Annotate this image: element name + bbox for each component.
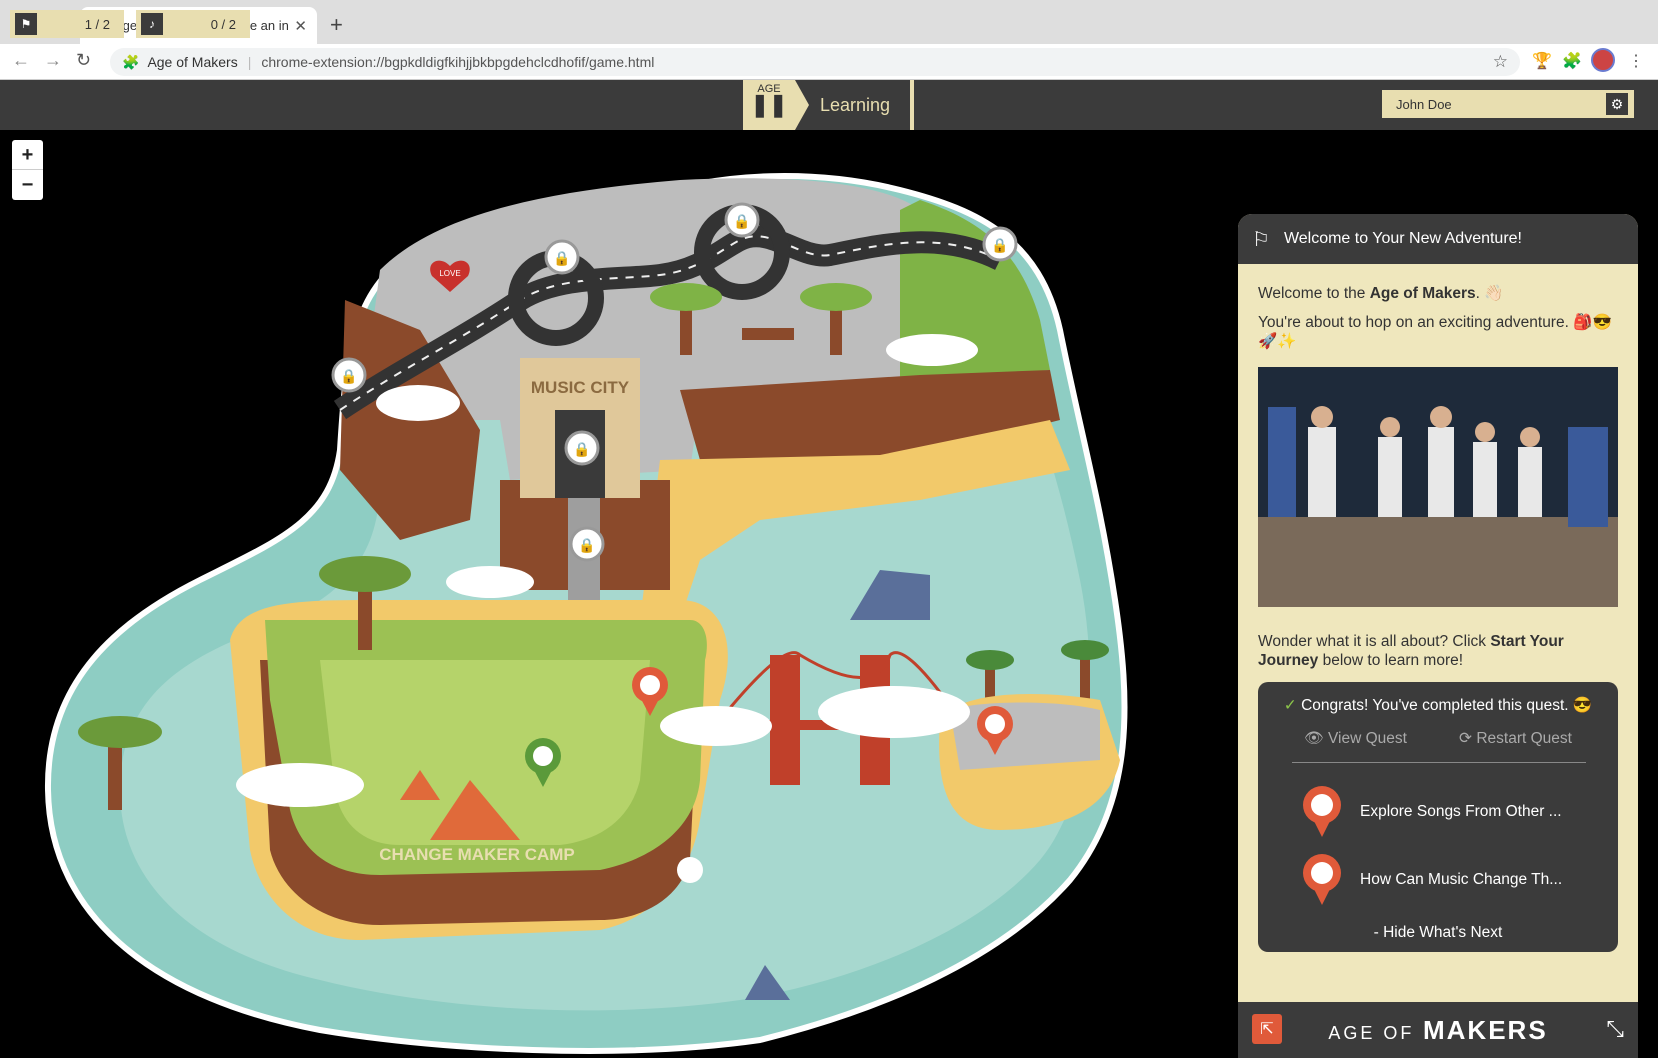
svg-text:🔒: 🔒 — [733, 213, 750, 230]
svg-text:🔒: 🔒 — [573, 441, 590, 458]
url-bar[interactable]: 🧩 Age of Makers | chrome-extension://bgp… — [110, 48, 1520, 76]
intro-suffix: . 👋🏻 — [1475, 285, 1504, 302]
view-quest-button[interactable]: 👁 View Quest — [1304, 729, 1407, 748]
love-sign: LOVE — [439, 269, 460, 278]
age-badge[interactable]: AGE ❚❚ — [743, 80, 795, 130]
congrats-text: Congrats! You've completed this quest. 😎 — [1301, 697, 1593, 714]
logo-thin: AGE OF — [1328, 1022, 1415, 1043]
bench — [742, 328, 794, 340]
lock-marker[interactable]: 🔒 — [544, 239, 580, 275]
exit-icon[interactable]: ⇱ — [1252, 1014, 1282, 1044]
age-name: Learning — [820, 95, 891, 115]
quest-pin-icon — [1303, 786, 1341, 837]
eye-icon: 👁 — [1304, 730, 1328, 747]
next-quest-item[interactable]: Explore Songs From Other ... — [1258, 777, 1618, 845]
age-divider — [910, 80, 914, 130]
welcome-panel: ⚐ Welcome to Your New Adventure! Welcome… — [1238, 214, 1638, 1058]
extensions-icon[interactable]: 🧩 — [1562, 51, 1582, 71]
camp-sign: CHANGE MAKER CAMP — [379, 845, 575, 864]
restart-quest-button[interactable]: ⟳ Restart Quest — [1459, 729, 1572, 748]
new-tab-button[interactable]: + — [330, 12, 343, 38]
reload-icon[interactable]: ↻ — [76, 50, 91, 71]
gear-icon[interactable]: ⚙ — [1606, 93, 1628, 115]
restart-icon: ⟳ — [1459, 730, 1477, 747]
kids-celebrating-photo — [1258, 367, 1618, 607]
svg-text:🔒: 🔒 — [340, 368, 357, 385]
music-city-sign: MUSIC CITY — [531, 378, 630, 397]
intro-text: Welcome to the Age of Makers. 👋🏻 — [1258, 284, 1618, 303]
panel-body: Welcome to the Age of Makers. 👋🏻 You're … — [1238, 264, 1638, 952]
zoom-out-button[interactable]: − — [12, 170, 43, 200]
hide-whats-next-button[interactable]: - Hide What's Next — [1258, 923, 1618, 942]
view-quest-label: View Quest — [1328, 730, 1407, 747]
lock-marker[interactable]: 🔒 — [982, 226, 1018, 262]
quest-congrats: ✓ Congrats! You've completed this quest.… — [1258, 696, 1618, 715]
zoom-in-button[interactable]: + — [12, 140, 43, 170]
intro-prefix: Welcome to the — [1258, 285, 1370, 302]
site-name: Age of Makers — [147, 54, 238, 70]
svg-text:🔒: 🔒 — [578, 537, 595, 554]
forward-icon[interactable]: → — [44, 50, 62, 71]
close-tab-icon[interactable]: ✕ — [294, 17, 307, 35]
game-map[interactable]: CHANGE MAKER CAMP MUSIC CITY LOVE 🔒 🔒 🔒 … — [0, 130, 1240, 1058]
wonder-prefix: Wonder what it is all about? Click — [1258, 633, 1491, 650]
flag-icon: ⚑ — [15, 13, 37, 35]
quest-pin-icon — [1303, 854, 1341, 905]
lock-marker[interactable]: 🔒 — [569, 526, 605, 562]
next-quest-title: Explore Songs From Other ... — [1360, 802, 1562, 820]
quest-actions: 👁 View Quest ⟳ Restart Quest — [1258, 729, 1618, 748]
user-box[interactable]: John Doe ⚙ — [1382, 90, 1634, 118]
lock-marker[interactable]: 🔒 — [331, 357, 367, 393]
puzzle-icon: 🧩 — [122, 53, 140, 70]
star-icon[interactable]: ☆ — [1493, 52, 1508, 72]
zoom-control: + − — [12, 140, 43, 200]
wonder-suffix: below to learn more! — [1318, 652, 1464, 669]
quest-box: ✓ Congrats! You've completed this quest.… — [1258, 682, 1618, 952]
svg-text:🔒: 🔒 — [553, 250, 570, 267]
extension-trophy-icon[interactable]: 🏆 — [1532, 51, 1552, 71]
url-separator: | — [247, 54, 252, 70]
profile-avatar[interactable] — [1591, 48, 1615, 72]
age-arrow — [795, 80, 809, 130]
music-counter[interactable]: ♪ 0 / 2 — [136, 10, 250, 38]
menu-icon[interactable]: ⋮ — [1628, 51, 1644, 71]
lock-marker[interactable]: 🔒 — [564, 430, 600, 466]
svg-text:🔒: 🔒 — [991, 237, 1008, 254]
check-icon: ✓ — [1283, 697, 1302, 714]
lock-marker[interactable]: 🔒 — [724, 202, 760, 238]
address-toolbar: ← → ↻ 🧩 Age of Makers | chrome-extension… — [0, 44, 1658, 80]
user-name: John Doe — [1396, 96, 1452, 112]
flag-icon: ⚐ — [1252, 228, 1270, 251]
back-icon[interactable]: ← — [12, 50, 30, 71]
logo-bold: MAKERS — [1423, 1014, 1548, 1045]
pause-icon: ❚❚ — [750, 92, 788, 117]
divider — [1292, 762, 1586, 763]
adventure-text: You're about to hop on an exciting adven… — [1258, 314, 1612, 350]
collapse-icon[interactable]: ⤡ — [1606, 1016, 1624, 1042]
next-quest-item[interactable]: How Can Music Change Th... — [1258, 845, 1618, 913]
panel-header: ⚐ Welcome to Your New Adventure! — [1238, 214, 1638, 264]
url-text: chrome-extension://bgpkdldigfkihjjbkbpgd… — [261, 54, 655, 70]
wonder-text: Wonder what it is all about? Click Start… — [1258, 632, 1618, 670]
panel-footer: ⇱ AGE OF MAKERS ⤡ — [1238, 1002, 1638, 1058]
intro-bold: Age of Makers — [1369, 285, 1476, 302]
music-note-icon: ♪ — [141, 13, 163, 35]
panel-title: Welcome to Your New Adventure! — [1283, 230, 1522, 247]
next-quest-title: How Can Music Change Th... — [1360, 870, 1563, 888]
quest-count-value: 1 / 2 — [84, 16, 110, 32]
music-count-value: 0 / 2 — [210, 16, 236, 32]
restart-quest-label: Restart Quest — [1476, 730, 1572, 747]
beach-plaza — [950, 702, 1100, 770]
quest-counter[interactable]: ⚑ 1 / 2 — [10, 10, 124, 38]
skull — [677, 857, 703, 883]
age-of-makers-logo: AGE OF MAKERS — [1328, 1015, 1547, 1046]
